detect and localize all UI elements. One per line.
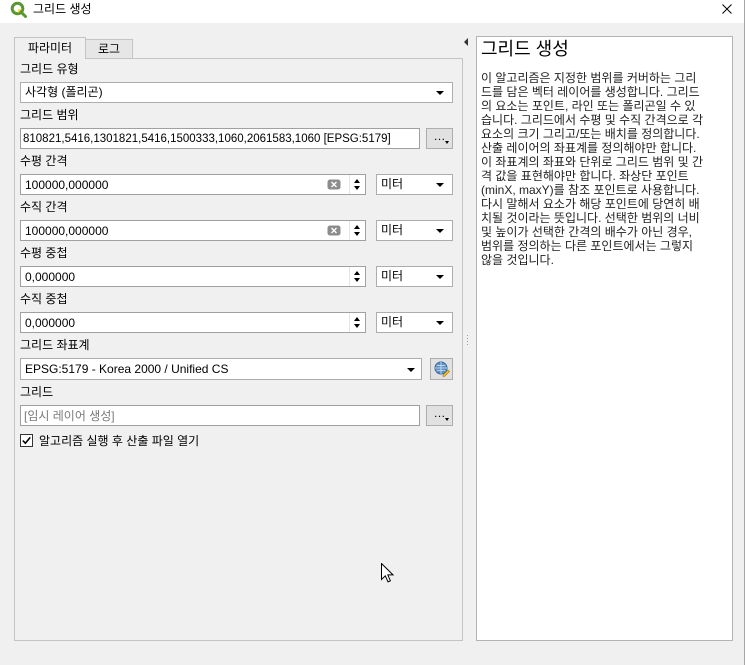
unit-value: 미터: [381, 315, 404, 329]
collapse-left-icon[interactable]: [464, 38, 468, 46]
open-output-label[interactable]: 알고리즘 실행 후 산출 파일 열기: [39, 434, 199, 448]
help-line: 이 좌표계의 좌표와 단위로 그리드 범위 및 간: [481, 155, 704, 169]
grid-type-value: 사각형 (폴리곤): [25, 85, 103, 99]
grid-crs-value: EPSG:5179 - Korea 2000 / Unified CS: [25, 362, 229, 376]
close-icon: [722, 4, 732, 14]
qgis-logo-icon: [10, 1, 27, 18]
help-line: 격 값을 표현해야만 합니다. 좌상단 포인트: [481, 169, 689, 183]
grid-type-label: 그리드 유형: [20, 62, 79, 76]
tab-log[interactable]: 로그: [85, 39, 133, 58]
help-line: 이 알고리즘은 지정한 범위를 커버하는 그리: [481, 71, 697, 85]
window-title: 그리드 생성: [33, 2, 92, 16]
tab-parameters[interactable]: 파라미터: [14, 37, 86, 59]
chevron-down-icon: [436, 321, 444, 325]
spin-up-icon[interactable]: [354, 179, 360, 183]
unit-value: 미터: [381, 177, 404, 191]
help-line: (minX, maxY)를 참조 포인트로 사용합니다.: [481, 183, 700, 197]
grid-output-input[interactable]: [20, 405, 420, 426]
vertical-spacing-input[interactable]: [21, 221, 321, 240]
spin-down-icon[interactable]: [354, 232, 360, 236]
grid-crs-combo[interactable]: EPSG:5179 - Korea 2000 / Unified CS: [20, 358, 422, 380]
unit-value: 미터: [381, 269, 404, 283]
help-title: 그리드 생성: [481, 39, 569, 59]
grid-extent-input[interactable]: [20, 128, 420, 149]
spin-up-icon[interactable]: [354, 271, 360, 275]
chevron-down-icon: [436, 229, 444, 233]
unit-value: 미터: [381, 223, 404, 237]
horizontal-spacing-label: 수평 간격: [20, 154, 68, 168]
help-line: 범위를 정의하는 다른 포인트에서는 그렇지: [481, 239, 694, 253]
grid-type-combo[interactable]: 사각형 (폴리곤): [20, 82, 453, 103]
grid-extent-options-button[interactable]: …: [426, 128, 453, 149]
help-description: 이 알고리즘은 지정한 범위를 커버하는 그리 드를 담은 벡터 레이어를 생성…: [481, 71, 729, 267]
grid-output-label: 그리드: [20, 385, 54, 399]
checkmark-icon: [22, 436, 31, 445]
horizontal-overlay-spinbox[interactable]: [20, 266, 366, 287]
parameters-pane: 그리드 유형 사각형 (폴리곤) 그리드 범위 … 수평 간격 미터 수직 간격: [14, 58, 463, 641]
help-line: 않을 것입니다.: [481, 253, 554, 267]
spin-arrows[interactable]: [349, 175, 365, 194]
horizontal-spacing-input[interactable]: [21, 175, 321, 194]
vertical-overlay-unit-combo[interactable]: 미터: [376, 312, 453, 333]
spin-arrows[interactable]: [349, 267, 365, 286]
select-crs-button[interactable]: [430, 358, 453, 380]
vertical-overlay-label: 수직 중첩: [20, 292, 68, 306]
splitter-handle[interactable]: [467, 335, 468, 347]
mouse-pointer-icon: [381, 563, 394, 583]
chevron-down-icon: [436, 275, 444, 279]
spin-down-icon[interactable]: [354, 186, 360, 190]
vertical-spacing-label: 수직 간격: [20, 200, 68, 214]
help-line: 및 높이가 선택한 간격의 배수가 아닌 경우,: [481, 225, 693, 239]
spin-down-icon[interactable]: [354, 324, 360, 328]
horizontal-spacing-unit-combo[interactable]: 미터: [376, 174, 453, 195]
vertical-overlay-input[interactable]: [21, 313, 347, 332]
chevron-down-icon: [436, 183, 444, 187]
clear-value-icon[interactable]: [327, 179, 341, 190]
chevron-down-icon: [407, 368, 415, 372]
help-line: 다시 말해서 요소가 해당 포인트에 당연히 배: [481, 197, 700, 211]
clear-value-icon[interactable]: [327, 225, 341, 236]
grid-output-options-button[interactable]: …: [426, 405, 453, 426]
menu-arrow-icon: [445, 141, 449, 144]
horizontal-overlay-input[interactable]: [21, 267, 347, 286]
vertical-spacing-spinbox[interactable]: [20, 220, 366, 241]
title-bar[interactable]: 그리드 생성: [0, 0, 745, 23]
vertical-overlay-spinbox[interactable]: [20, 312, 366, 333]
spin-down-icon[interactable]: [354, 278, 360, 282]
help-line: 의 요소는 포인트, 라인 또는 폴리곤일 수 있: [481, 99, 696, 113]
spin-up-icon[interactable]: [354, 225, 360, 229]
menu-arrow-icon: [445, 418, 449, 421]
open-output-checkbox[interactable]: [20, 434, 33, 447]
grid-extent-label: 그리드 범위: [20, 108, 79, 122]
help-line: 요소의 크기 그리고/또는 배치를 정의합니다.: [481, 127, 700, 141]
chevron-down-icon: [436, 91, 444, 95]
help-panel: 그리드 생성 이 알고리즘은 지정한 범위를 커버하는 그리 드를 담은 벡터 …: [476, 36, 733, 641]
help-line: 치될 것이라는 뜻입니다. 선택한 범위의 너비: [481, 211, 700, 225]
vertical-spacing-unit-combo[interactable]: 미터: [376, 220, 453, 241]
horizontal-overlay-label: 수평 중첩: [20, 246, 68, 260]
spin-up-icon[interactable]: [354, 317, 360, 321]
spin-arrows[interactable]: [349, 221, 365, 240]
set-projection-icon: [434, 361, 450, 377]
close-button[interactable]: [713, 0, 741, 19]
ellipsis-icon: …: [433, 129, 446, 143]
horizontal-spacing-spinbox[interactable]: [20, 174, 366, 195]
ellipsis-icon: …: [433, 406, 446, 420]
grid-crs-label: 그리드 좌표계: [20, 338, 90, 352]
spin-arrows[interactable]: [349, 313, 365, 332]
horizontal-overlay-unit-combo[interactable]: 미터: [376, 266, 453, 287]
help-line: 습니다. 그리드에서 수평 및 수직 간격으로 각: [481, 113, 704, 127]
help-line: 산출 레이어의 좌표계를 정의해야만 합니다.: [481, 141, 697, 155]
help-line: 드를 담은 벡터 레이어를 생성합니다. 그리드: [481, 85, 700, 99]
